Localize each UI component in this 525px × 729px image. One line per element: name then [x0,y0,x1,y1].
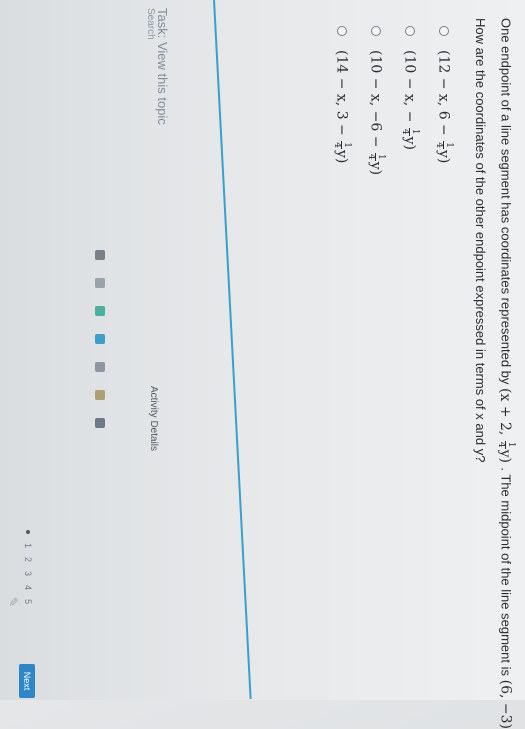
answer-option-4[interactable]: (14 − x, 3 − 1 4 y) [325,26,359,175]
section-divider [213,0,252,700]
radio-button-4[interactable] [337,26,347,36]
mouse-cursor-icon: ✎ [6,597,20,608]
fraction: 14 [400,127,421,136]
answer-option-2[interactable]: (10 − x, − 1 4 y) [393,26,427,175]
radio-button-3[interactable] [371,26,381,36]
question-prefix: One endpoint of a line segment has coord… [498,18,514,385]
question-line-2: How are the coordinates of the other end… [473,18,488,463]
app-icon[interactable] [95,362,105,372]
page-4[interactable]: 4 [23,585,33,590]
question-mid: . The midpoint of the line segment is [498,467,514,676]
answer-options: (12 − x, 6 − 1 4 y) (10 − x, − 1 4 y) (10 − … [325,26,461,175]
page-1[interactable]: 1 [23,543,33,548]
app-icon[interactable] [95,250,105,260]
question-line-1: One endpoint of a line segment has coord… [496,18,516,729]
fraction: 14 [366,152,387,161]
page-2[interactable]: 2 [23,557,33,562]
midpoint-expression: (6, −3) [497,679,514,729]
taskbar-dock [95,250,105,428]
task-links: Task: View this topic Search [144,8,170,125]
screen-stage: One endpoint of a line segment has coord… [0,0,525,729]
app-icon[interactable] [95,306,105,316]
app-icon[interactable] [95,278,105,288]
app-icon[interactable] [95,418,105,428]
answer-option-3[interactable]: (10 − x, −6 − 1 4 y) [359,26,393,175]
next-button[interactable]: Next [19,664,35,698]
endpoint-expression: (x + 2, 1 4 y) [496,388,516,463]
answer-option-1[interactable]: (12 − x, 6 − 1 4 y) [427,26,461,175]
fraction: 14 [496,440,516,449]
app-icon[interactable] [95,334,105,344]
page-3[interactable]: 3 [23,571,33,576]
task-link[interactable]: Task: View this topic [155,8,170,125]
radio-button-1[interactable] [439,26,449,36]
current-page-dot-icon [26,530,30,534]
pagination: 1 2 3 4 5 [23,530,33,604]
activity-details-link[interactable]: Activity Details [148,386,159,451]
fraction: 14 [434,141,455,149]
fraction: 14 [332,141,353,149]
radio-button-2[interactable] [405,26,415,36]
page-5[interactable]: 5 [23,599,33,604]
app-icon[interactable] [95,390,105,400]
